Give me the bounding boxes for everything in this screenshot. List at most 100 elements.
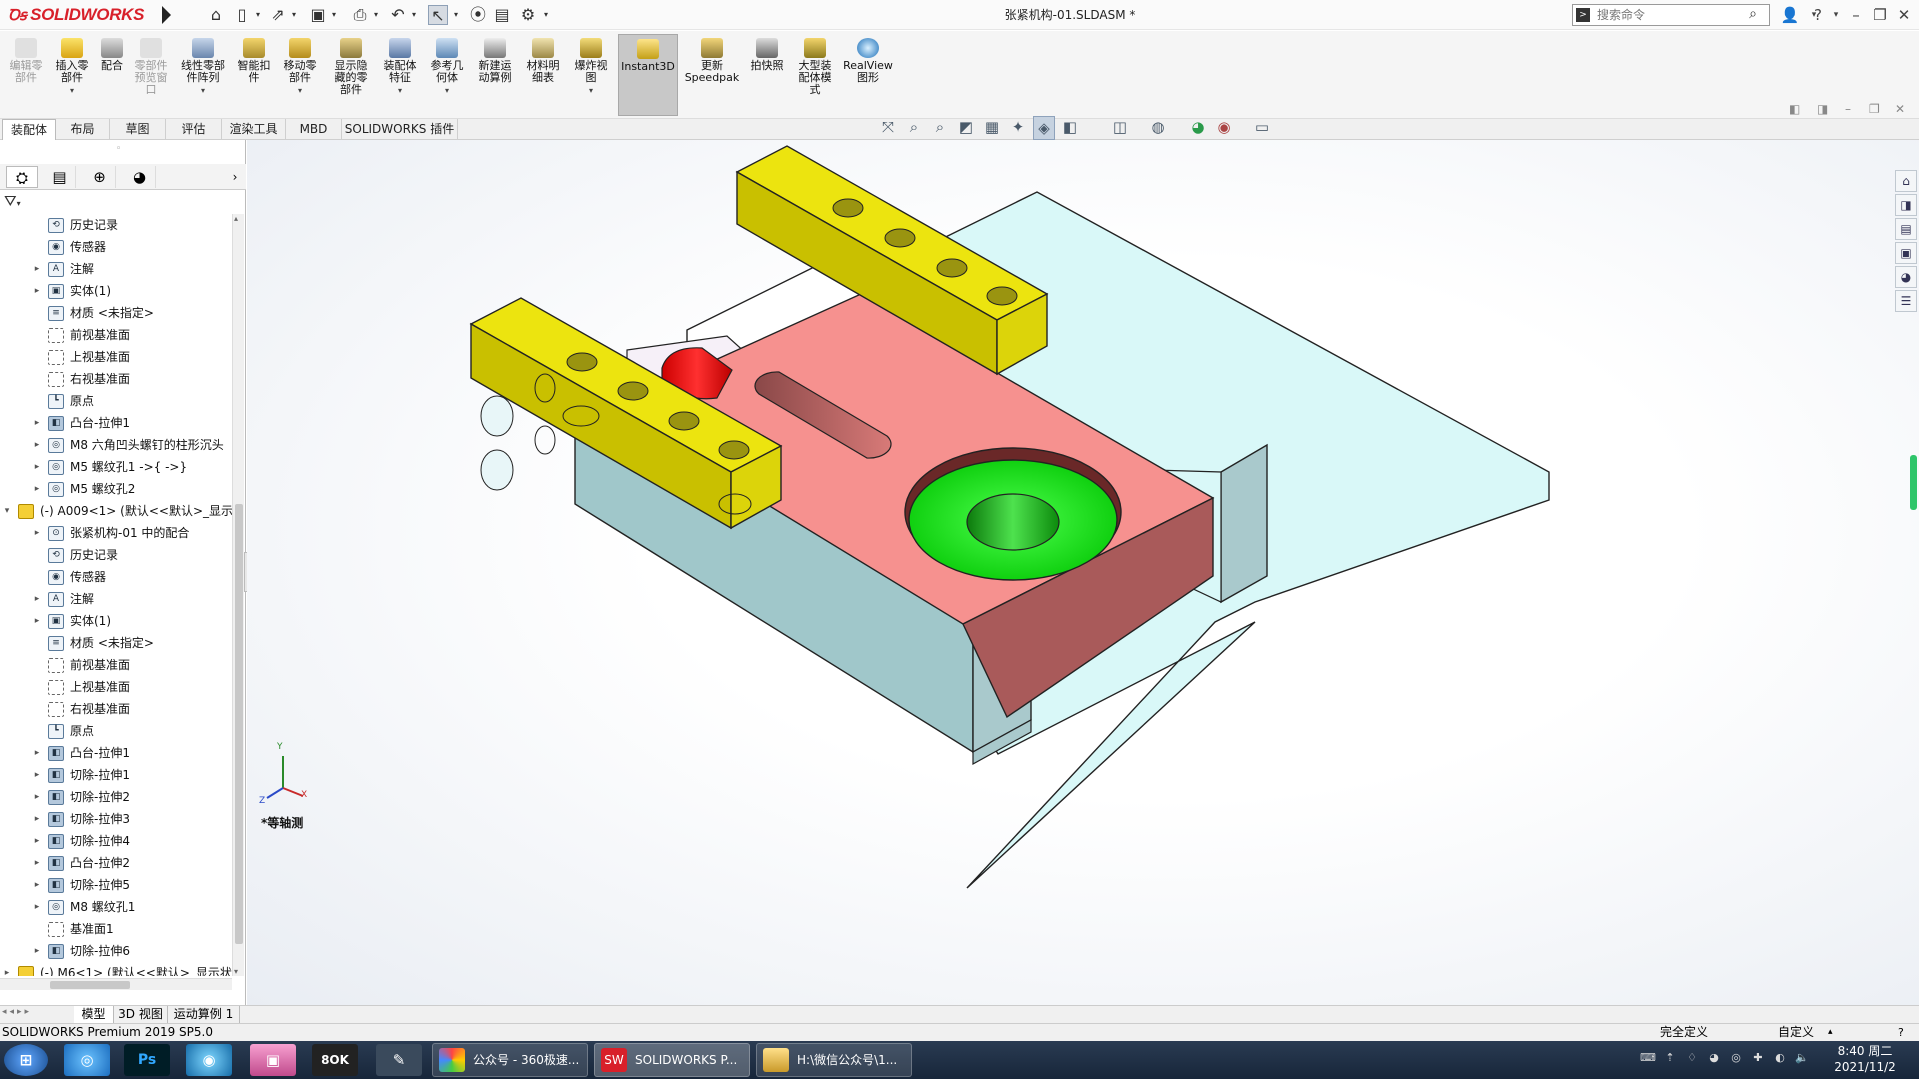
- dynamic-annotation-icon[interactable]: ▦: [981, 116, 1003, 138]
- status-help-icon[interactable]: ?: [1898, 1024, 1904, 1041]
- tree-item[interactable]: ▸ (-) M6<1> (默认<<默认>_显示状: [0, 962, 232, 976]
- apply-scene-icon[interactable]: ◕: [1187, 116, 1209, 138]
- tree-item[interactable]: ▸ ◧ 切除-拉伸3: [0, 808, 232, 830]
- move-component-button[interactable]: 移动零 部件 ▾: [278, 34, 322, 116]
- tree-expand-arrow-icon[interactable]: ▸: [32, 808, 42, 830]
- graphics-area[interactable]: ⤧ ⌕ ⌕ ◩ ▦ ✦ ◈ ◧ ◫ ◍ ◕ ◉ ▭ ◧ ◨ – ❐ ✕ Y X …: [247, 102, 1919, 1005]
- component-preview-window-button[interactable]: 零部件 预览窗 口: [130, 34, 172, 116]
- tree-expand-arrow-icon[interactable]: ▸: [32, 940, 42, 962]
- viewport-split-right-icon[interactable]: ◨: [1817, 102, 1828, 116]
- tree-item[interactable]: ▸ ◎ M5 螺纹孔2: [0, 478, 232, 500]
- tree-expand-arrow-icon[interactable]: ▸: [32, 830, 42, 852]
- tree-item[interactable]: ⟲ 历史记录: [0, 544, 232, 566]
- help-dropdown-icon[interactable]: ▾: [1826, 5, 1846, 25]
- tree-expand-arrow-icon[interactable]: ▸: [32, 588, 42, 610]
- tree-item[interactable]: ▸ A 注解: [0, 588, 232, 610]
- tree-item[interactable]: ▸ ⊙ 张紧机构-01 中的配合: [0, 522, 232, 544]
- help-icon[interactable]: ?: [1808, 5, 1828, 25]
- search-icon[interactable]: ⌕: [1749, 6, 1757, 22]
- tree-expand-arrow-icon[interactable]: ▸: [32, 742, 42, 764]
- previous-view-icon[interactable]: ⌕: [929, 116, 951, 138]
- select-dropdown-icon[interactable]: ▾: [452, 5, 460, 25]
- tree-item[interactable]: ▸ ▣ 实体(1): [0, 610, 232, 632]
- smart-fasteners-button[interactable]: 智能扣 件: [234, 34, 274, 116]
- assembly-model-svg[interactable]: [247, 140, 1919, 1005]
- open-icon[interactable]: ⇗: [268, 5, 288, 25]
- tree-expand-arrow-icon[interactable]: ▸: [32, 434, 42, 456]
- tree-item[interactable]: ┗ 原点: [0, 390, 232, 412]
- view-monitor-icon[interactable]: ▭: [1251, 116, 1273, 138]
- paint-tool-icon[interactable]: ✎: [376, 1044, 422, 1076]
- undo-dropdown-icon[interactable]: ▾: [410, 5, 418, 25]
- new-motion-study-button[interactable]: 新建运 动算例: [474, 34, 516, 116]
- tree-item[interactable]: ┗ 原点: [0, 720, 232, 742]
- exploded-view-button[interactable]: 爆炸视 图 ▾: [570, 34, 612, 116]
- view-setting-icon[interactable]: ✦: [1007, 116, 1029, 138]
- open-dropdown-icon[interactable]: ▾: [290, 5, 298, 25]
- file-properties-icon[interactable]: ▤: [492, 5, 512, 25]
- tree-expand-arrow-icon[interactable]: ▸: [32, 786, 42, 808]
- tree-item[interactable]: ▸ ◎ M8 六角凹头螺钉的柱形沉头: [0, 434, 232, 456]
- new-dropdown-icon[interactable]: ▾: [254, 5, 262, 25]
- tree-item[interactable]: ▸ ▣ 实体(1): [0, 280, 232, 302]
- insert-components-button[interactable]: 插入零 部件 ▾: [50, 34, 94, 116]
- large-assembly-mode-button[interactable]: 大型装 配体模 式: [792, 34, 838, 116]
- custom-properties-icon[interactable]: ☰: [1895, 290, 1917, 312]
- tree-expand-arrow-icon[interactable]: ▸: [2, 962, 12, 976]
- tree-item[interactable]: 基准面1: [0, 918, 232, 940]
- tab-evaluate[interactable]: 评估: [166, 119, 222, 140]
- home-icon[interactable]: ⌂: [206, 5, 226, 25]
- file-explorer-icon[interactable]: ▤: [1895, 218, 1917, 240]
- viewport-close-icon[interactable]: ✕: [1895, 102, 1905, 116]
- tree-item[interactable]: ▸ ◧ 凸台-拉伸1: [0, 412, 232, 434]
- tab-assembly[interactable]: 装配体: [2, 119, 56, 140]
- restore-window-icon[interactable]: ❐: [1870, 5, 1890, 25]
- tab-3d-view[interactable]: 3D 视图: [114, 1006, 168, 1024]
- close-window-icon[interactable]: ✕: [1894, 5, 1914, 25]
- feature-manager-tab-icon[interactable]: ⛭: [6, 166, 38, 188]
- tray-arrow-icon[interactable]: ⇡: [1662, 1051, 1678, 1064]
- tree-item[interactable]: 右视基准面: [0, 698, 232, 720]
- section-view-icon[interactable]: ◩: [955, 116, 977, 138]
- tree-item[interactable]: ▸ ◎ M8 螺纹孔1: [0, 896, 232, 918]
- tray-sync-icon[interactable]: ◐: [1772, 1051, 1788, 1064]
- tree-item[interactable]: ▸ ◧ 切除-拉伸2: [0, 786, 232, 808]
- disc-bore[interactable]: [966, 493, 1060, 551]
- tree-item[interactable]: ⟲ 历史记录: [0, 214, 232, 236]
- search-commands-box[interactable]: > 搜索命令 ⌕: [1572, 4, 1770, 26]
- taskbar-window-explorer[interactable]: H:\微信公众号\1...: [756, 1043, 912, 1077]
- mate-button[interactable]: 配合: [96, 34, 128, 116]
- tray-qq-icon[interactable]: ◕: [1706, 1051, 1722, 1064]
- new-document-icon[interactable]: ▯: [232, 5, 252, 25]
- tree-expand-arrow-icon[interactable]: ▸: [32, 764, 42, 786]
- tree-item[interactable]: ▸ ◧ 切除-拉伸6: [0, 940, 232, 962]
- tab-solidworks-addins[interactable]: SOLIDWORKS 插件: [342, 119, 458, 140]
- tree-item[interactable]: ▸ ◎ M5 螺纹孔1 ->{ ->}: [0, 456, 232, 478]
- tree-expand-arrow-icon[interactable]: ▸: [32, 522, 42, 544]
- user-icon[interactable]: 👤: [1780, 5, 1800, 25]
- design-library-icon[interactable]: ◨: [1895, 194, 1917, 216]
- tab-render-tools[interactable]: 渲染工具: [222, 119, 286, 140]
- property-manager-tab-icon[interactable]: ▤: [44, 166, 76, 188]
- tab-model[interactable]: 模型: [74, 1006, 114, 1024]
- oc-app-icon[interactable]: 8OK: [312, 1044, 358, 1076]
- tree-expand-arrow-icon[interactable]: ▾: [2, 500, 12, 522]
- undo-icon[interactable]: ↶: [388, 5, 408, 25]
- hide-show-items-icon[interactable]: ◫: [1109, 116, 1131, 138]
- tray-bell-icon[interactable]: ♢: [1684, 1051, 1700, 1064]
- tray-network-icon[interactable]: ⌨: [1640, 1051, 1656, 1064]
- view-orientation-icon[interactable]: ◈: [1033, 116, 1055, 140]
- tree-item[interactable]: ▸ ◧ 切除-拉伸5: [0, 874, 232, 896]
- taskbar-window-browser[interactable]: 公众号 - 360极速...: [432, 1043, 588, 1077]
- options-gear-icon[interactable]: ⚙: [518, 5, 538, 25]
- reference-geometry-button[interactable]: 参考几 何体 ▾: [426, 34, 468, 116]
- tree-item[interactable]: ▸ A 注解: [0, 258, 232, 280]
- hscroll-thumb[interactable]: [50, 981, 130, 989]
- display-manager-tab-icon[interactable]: ◕: [124, 166, 156, 188]
- rebuild-traffic-light-icon[interactable]: ⦿: [468, 5, 488, 25]
- print-icon[interactable]: ⎙: [350, 5, 370, 25]
- edit-appearance-icon[interactable]: ◍: [1147, 116, 1169, 138]
- unit-dropdown-icon[interactable]: ▴: [1828, 1024, 1833, 1041]
- tray-volume-icon[interactable]: 🔈: [1794, 1051, 1810, 1064]
- tree-item[interactable]: ◉ 传感器: [0, 566, 232, 588]
